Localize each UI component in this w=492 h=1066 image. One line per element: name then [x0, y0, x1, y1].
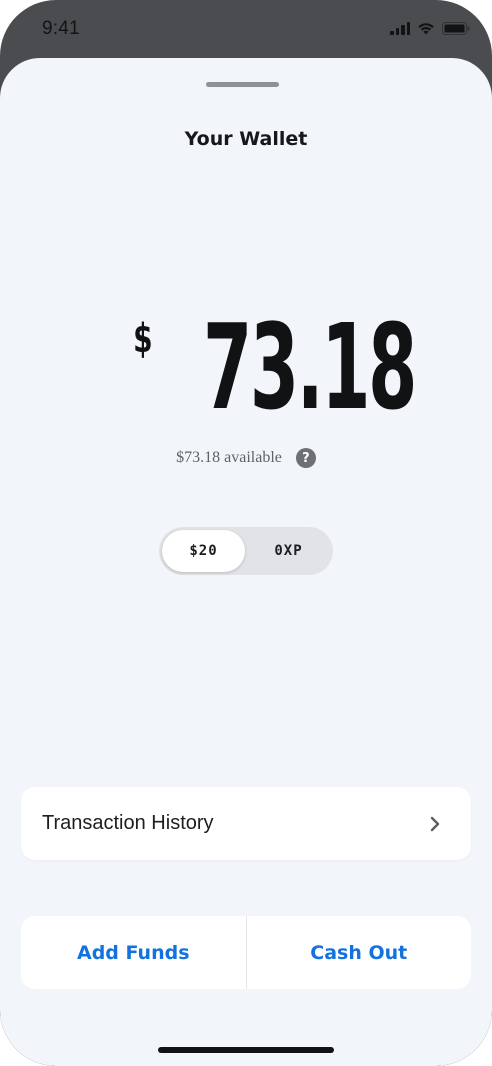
- transaction-history-row[interactable]: Transaction History: [21, 787, 471, 860]
- cash-out-button[interactable]: Cash Out: [247, 916, 472, 989]
- status-icons: [390, 22, 470, 35]
- balance-display: $ 73.18: [0, 308, 492, 428]
- balance-amount: 73.18: [202, 298, 417, 436]
- transaction-history-label: Transaction History: [42, 812, 214, 834]
- wifi-icon: [417, 22, 435, 35]
- help-icon[interactable]: ?: [295, 448, 316, 468]
- status-bar: 9:41: [0, 0, 492, 60]
- wallet-actions: Add Funds Cash Out: [21, 916, 471, 989]
- sheet-grabber[interactable]: [206, 82, 279, 87]
- status-time: 9:41: [42, 18, 80, 39]
- phone-frame: 9:41 Your Wallet $ 73.18 $73.18 availabl…: [0, 0, 492, 1066]
- available-row: $73.18 available ?: [0, 448, 492, 468]
- currency-toggle: $20 0XP: [159, 527, 333, 575]
- toggle-option-xp[interactable]: 0XP: [247, 530, 330, 572]
- wallet-sheet: Your Wallet $ 73.18 $73.18 available ? $…: [0, 58, 492, 1066]
- home-indicator[interactable]: [158, 1047, 334, 1053]
- toggle-option-cash[interactable]: $20: [162, 530, 245, 572]
- page-title: Your Wallet: [184, 128, 308, 150]
- signal-icon: [390, 22, 410, 35]
- available-balance-text: $73.18 available: [176, 449, 282, 466]
- chevron-right-icon: [429, 816, 441, 832]
- battery-icon: [442, 22, 470, 35]
- balance-currency: $: [133, 316, 153, 362]
- add-funds-button[interactable]: Add Funds: [21, 916, 246, 989]
